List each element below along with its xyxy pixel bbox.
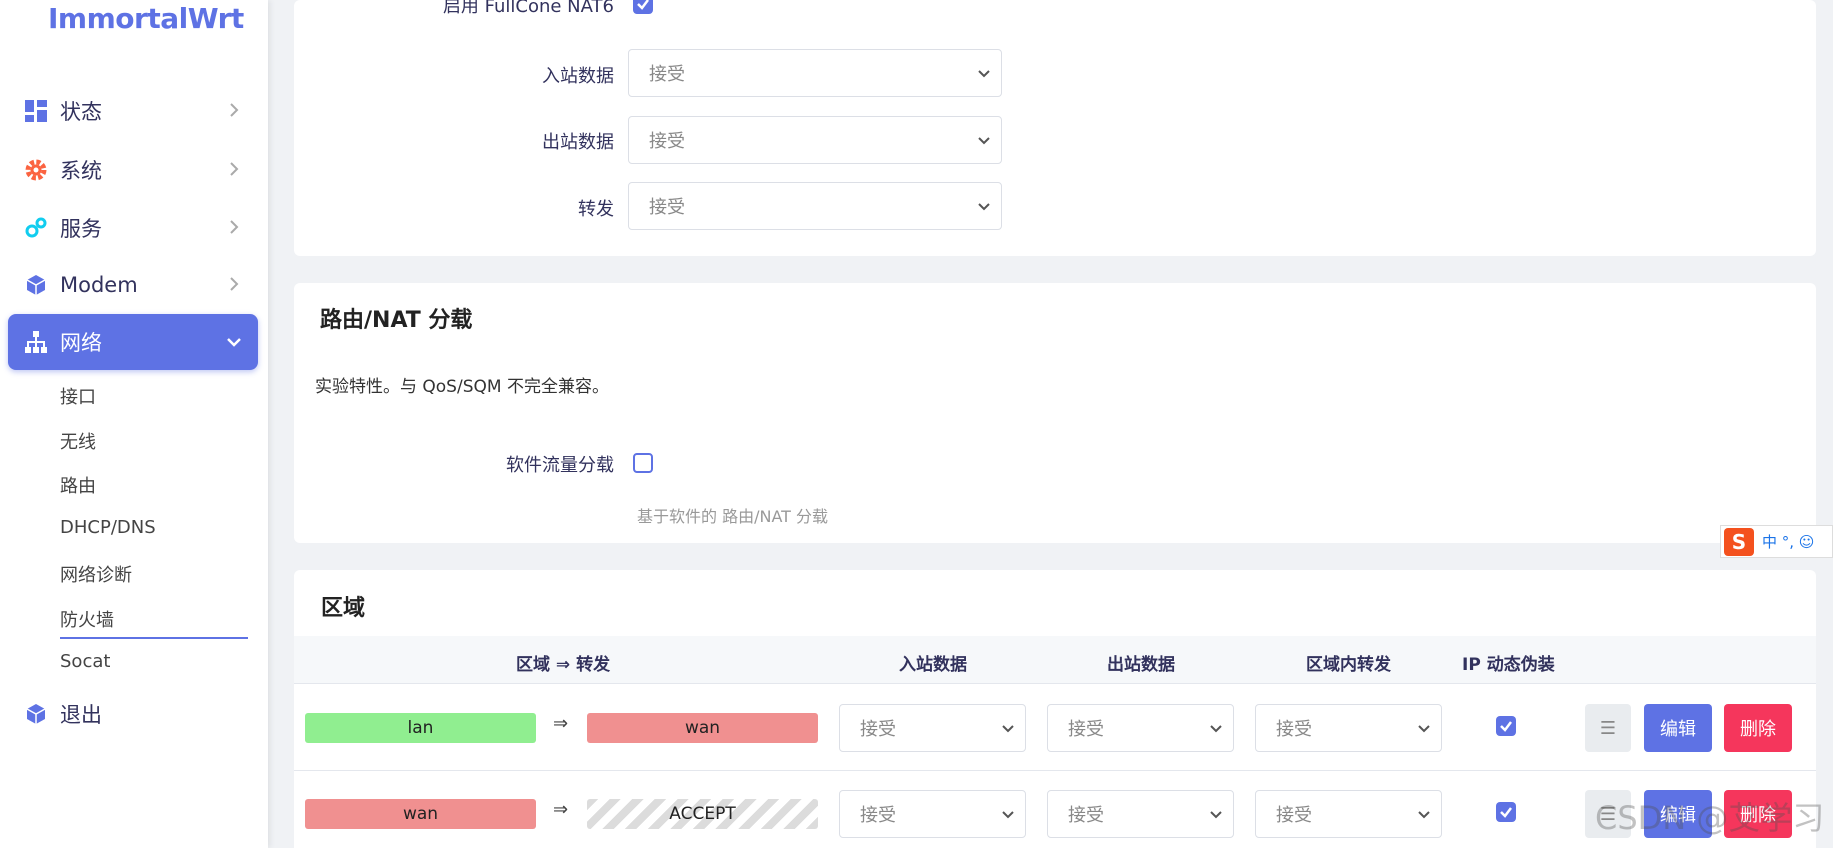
col-header-input: 入站数据 [899,655,967,675]
submenu-item-firewall[interactable]: 防火墙 [60,606,114,632]
cube-icon [24,702,48,726]
select-value: 接受 [649,197,685,218]
submenu-item-interfaces[interactable]: 接口 [60,383,96,409]
row-divider [294,770,1816,771]
select-value: 接受 [1068,719,1104,740]
zone-input-select[interactable]: 接受 [839,704,1026,752]
submenu-item-diagnostics[interactable]: 网络诊断 [60,561,132,587]
edit-button[interactable]: 编辑 [1644,704,1712,752]
sw-offload-label: 软件流量分载 [506,455,614,476]
sogou-icon: S [1724,527,1754,556]
dashboard-icon [24,99,48,123]
input-policy-select[interactable]: 接受 [628,49,1002,97]
chevron-right-icon [230,103,239,117]
chevron-right-icon [230,277,239,291]
delete-button[interactable]: 删除 [1724,704,1792,752]
output-policy-label: 出站数据 [542,132,614,153]
offload-description: 实验特性。与 QoS/SQM 不完全兼容。 [315,377,609,397]
chevron-right-icon [230,162,239,176]
network-icon [24,330,48,354]
submenu-item-dhcp-dns[interactable]: DHCP/DNS [60,517,156,538]
chevron-down-icon [1002,811,1014,819]
chevron-down-icon [1002,725,1014,733]
cube-icon [24,273,48,297]
watermark: CSDN @艾学习 [1595,799,1825,837]
sidebar-item-system[interactable]: 系统 [8,143,258,197]
sidebar-item-status[interactable]: 状态 [8,84,258,138]
chevron-down-icon [1210,811,1222,819]
chevron-down-icon [978,203,990,211]
zones-table-header: 区域 ⇒ 转发 入站数据 出站数据 区域内转发 IP 动态伪装 [294,636,1816,684]
zones-title: 区域 [321,596,366,621]
fullcone-checkbox[interactable] [633,0,653,14]
drag-handle[interactable]: ☰ [1585,704,1631,752]
fullcone-label: 启用 FullCone NAT6 [442,0,614,17]
sidebar-item-label: 服务 [60,217,102,241]
masquerade-checkbox[interactable] [1496,802,1516,822]
brand-logo[interactable]: ImmortalWrt [48,2,244,35]
col-header-intra-forward: 区域内转发 [1306,655,1391,675]
chevron-down-icon [1210,725,1222,733]
col-header-zone-forward: 区域 ⇒ 转发 [516,655,611,675]
chevron-down-icon [978,70,990,78]
active-submenu-indicator [60,637,248,639]
forward-arrow: ⇒ [553,713,569,734]
ime-toolbar[interactable]: S 中 °, ☺ [1720,525,1833,558]
select-value: 接受 [649,131,685,152]
chevron-down-icon [1418,811,1430,819]
select-value: 接受 [1068,805,1104,826]
sidebar-item-label: Modem [60,273,138,297]
input-policy-label: 入站数据 [542,66,614,87]
ime-mode-label: 中 °, ☺ [1762,533,1815,551]
sidebar-item-services[interactable]: 服务 [8,201,258,255]
submenu-item-routes[interactable]: 路由 [60,472,96,498]
forward-policy-label: 转发 [578,199,614,220]
forward-badge-accept: ACCEPT [587,799,818,829]
sw-offload-checkbox[interactable] [633,453,653,473]
gear-icon [24,158,48,182]
zone-intra-forward-select[interactable]: 接受 [1255,790,1442,838]
chevron-down-icon [1418,725,1430,733]
submenu-item-wireless[interactable]: 无线 [60,428,96,454]
zone-intra-forward-select[interactable]: 接受 [1255,704,1442,752]
col-header-masquerade: IP 动态伪装 [1462,655,1555,675]
forward-badge-wan: wan [587,713,818,743]
zone-output-select[interactable]: 接受 [1047,704,1234,752]
col-header-output: 出站数据 [1107,655,1175,675]
zone-badge-lan: lan [305,713,536,743]
output-policy-select[interactable]: 接受 [628,116,1002,164]
zone-output-select[interactable]: 接受 [1047,790,1234,838]
offload-card [294,283,1816,543]
select-value: 接受 [860,719,896,740]
forward-policy-select[interactable]: 接受 [628,182,1002,230]
select-value: 接受 [860,805,896,826]
zone-input-select[interactable]: 接受 [839,790,1026,838]
cogs-icon [24,216,48,240]
sidebar-item-label: 退出 [60,703,102,727]
sidebar-item-label: 系统 [60,159,102,183]
select-value: 接受 [649,64,685,85]
sidebar-item-label: 网络 [60,331,102,355]
sidebar-item-network[interactable]: 网络 [8,314,258,370]
sidebar-item-modem[interactable]: Modem [8,258,258,312]
chevron-down-icon [978,137,990,145]
select-value: 接受 [1276,805,1312,826]
sw-offload-hint: 基于软件的 路由/NAT 分载 [637,507,829,526]
chevron-down-icon [227,338,241,347]
chevron-right-icon [230,220,239,234]
offload-title: 路由/NAT 分载 [320,308,473,333]
sidebar: ImmortalWrt 状态 系统 服务 Modem 网络 接口 无线 路由 D… [0,0,268,848]
select-value: 接受 [1276,719,1312,740]
submenu-item-socat[interactable]: Socat [60,651,110,672]
zone-badge-wan: wan [305,799,536,829]
forward-arrow: ⇒ [553,799,569,820]
sidebar-item-label: 状态 [60,100,102,124]
masquerade-checkbox[interactable] [1496,716,1516,736]
sidebar-item-logout[interactable]: 退出 [8,687,258,741]
